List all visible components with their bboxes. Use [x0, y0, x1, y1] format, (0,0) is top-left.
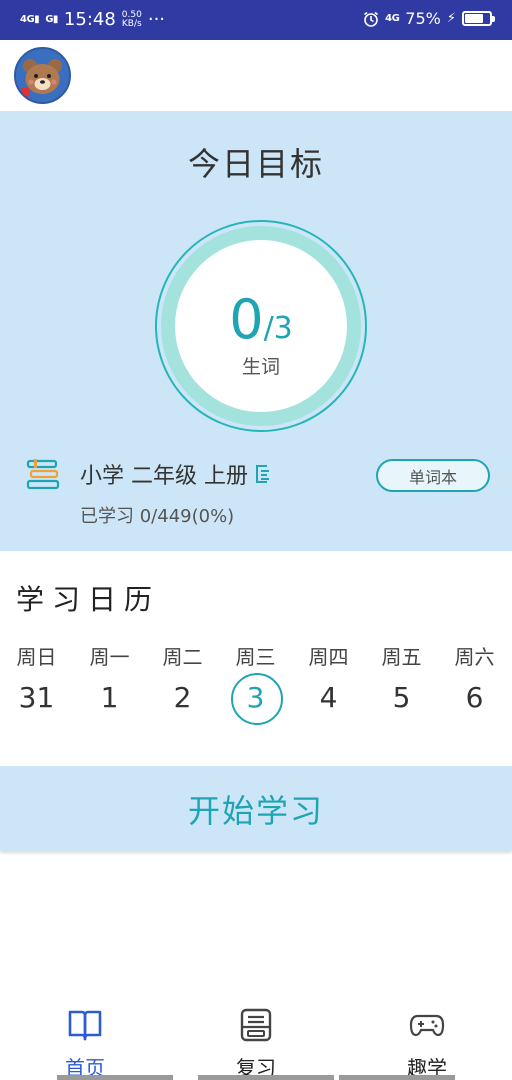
more-notifications-icon: ··· [147, 9, 166, 30]
weekday-label: 周五 [381, 645, 422, 669]
nav-indicator [57, 1075, 173, 1080]
battery-fill [465, 14, 483, 23]
weekday-label: 周二 [162, 645, 203, 669]
status-time: 15:48 [63, 9, 116, 30]
goal-title: 今日目标 [187, 145, 324, 183]
books-stack-icon [26, 459, 60, 490]
calendar-day[interactable]: 31 [0, 672, 73, 722]
calendar-day[interactable]: 6 [438, 672, 511, 722]
status-right: 4G 75% ⚡ [363, 9, 495, 28]
nav-indicator [339, 1075, 455, 1080]
bear-avatar-icon [16, 49, 69, 102]
gamepad-icon [409, 1014, 445, 1037]
calendar-day[interactable]: 4 [292, 672, 365, 722]
calendar-day[interactable]: 1 [73, 672, 146, 722]
progress-count: 0/3 [175, 288, 347, 351]
target-count: /3 [263, 311, 293, 346]
calendar-day[interactable]: 3 [219, 672, 292, 725]
nav-indicator [198, 1075, 334, 1080]
progress-unit-label: 生词 [241, 356, 280, 378]
weekday-label: 周一 [89, 645, 130, 669]
network-type-icon: 4G [385, 13, 400, 24]
battery-percent: 75% [405, 9, 441, 28]
weekday-label: 周三 [235, 645, 276, 669]
calendar-day[interactable]: 5 [365, 672, 438, 722]
battery-icon [462, 11, 495, 26]
weekday-label: 周日 [16, 645, 57, 669]
daily-goal-panel: 今日目标 0/3 生词 小学 二年级 上册 已学习 0/449(0%) 单词本 [0, 111, 512, 551]
progress-ring: 0/3 生词 [155, 220, 367, 432]
nav-item-review[interactable]: 复习 [171, 1008, 341, 1080]
learned-count: 0 [229, 288, 264, 351]
bottom-nav: 首页 复习 趣学 [0, 1000, 512, 1080]
nav-item-home[interactable]: 首页 [0, 1008, 170, 1080]
edit-book-icon[interactable] [252, 463, 274, 485]
signal-4g-icon: 4G▮ [20, 14, 40, 25]
weekday-label: 周六 [454, 645, 495, 669]
book-title-row[interactable]: 小学 二年级 上册 [80, 458, 274, 490]
status-left: 4G▮ G▮ 15:48 0.50 KB/s ··· [20, 9, 165, 30]
wordbook-button[interactable]: 单词本 [376, 459, 490, 492]
status-bar: 4G▮ G▮ 15:48 0.50 KB/s ··· 4G 75% ⚡ [0, 0, 512, 40]
start-learning-button[interactable]: 开始学习 [0, 766, 512, 851]
alarm-clock-icon [364, 11, 379, 27]
book-open-icon [68, 1010, 102, 1041]
charging-bolt-icon: ⚡ [446, 11, 456, 26]
calendar-title: 学习日历 [16, 583, 161, 616]
network-speed-unit: KB/s [121, 18, 142, 29]
progress-ring-center: 0/3 生词 [175, 240, 347, 412]
book-title: 小学 二年级 上册 [80, 464, 248, 489]
network-speed: 0.50 KB/s [121, 10, 142, 29]
weekday-label: 周四 [308, 645, 349, 669]
study-progress-text: 已学习 0/449(0%) [80, 506, 235, 527]
calendar-day[interactable]: 2 [146, 672, 219, 722]
signal-g-icon: G▮ [45, 14, 58, 25]
review-printer-icon [240, 1008, 272, 1042]
nav-item-fun[interactable]: 趣学 [342, 1008, 512, 1080]
progress-ring-track: 0/3 生词 [161, 226, 361, 426]
avatar[interactable] [14, 47, 71, 104]
